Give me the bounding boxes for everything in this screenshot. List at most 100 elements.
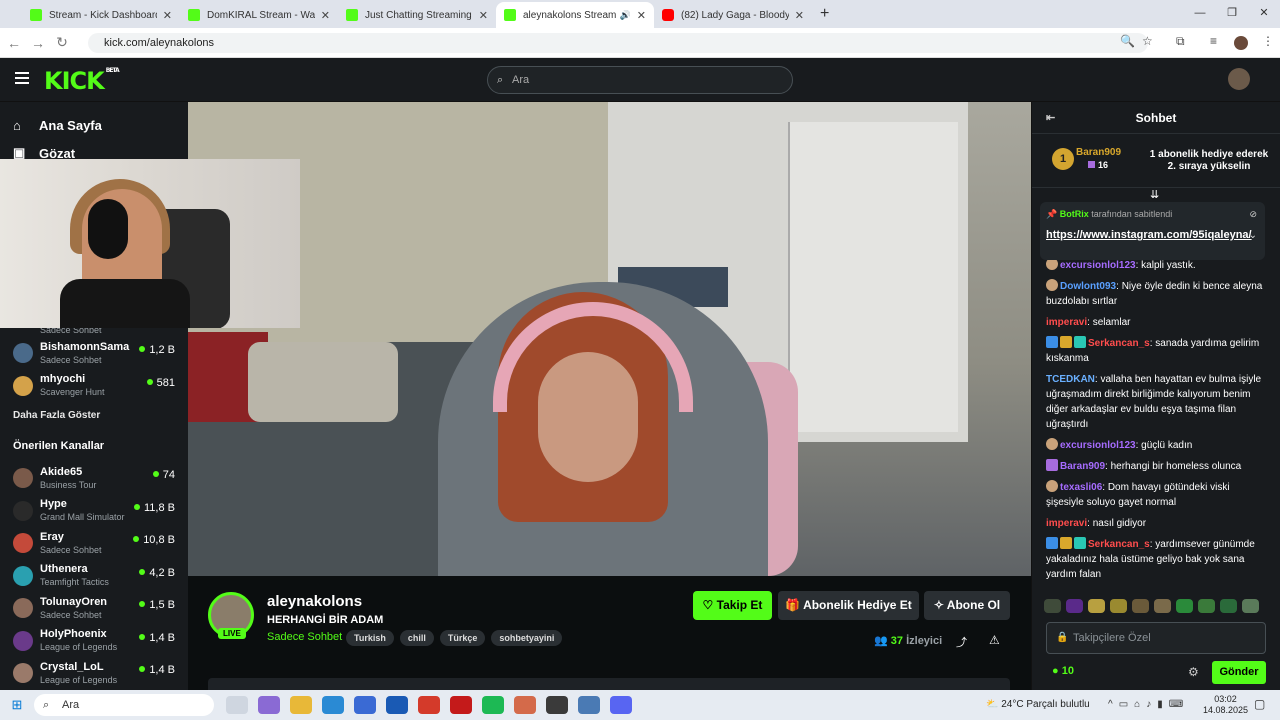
forward-icon[interactable]: → — [26, 35, 50, 51]
share-icon[interactable]: ⤴ — [956, 634, 967, 650]
battery-icon[interactable]: ▮ — [1157, 699, 1169, 710]
follow-button[interactable]: ♡ Takip Et — [693, 591, 772, 620]
chat-username[interactable]: Baran909 — [1060, 461, 1105, 472]
chat-username[interactable]: Dowlont093 — [1060, 281, 1116, 292]
store-icon[interactable] — [354, 696, 376, 714]
speaker-icon[interactable]: 🔊 — [620, 10, 631, 21]
outlook-icon[interactable] — [386, 696, 408, 714]
task-view-icon[interactable] — [226, 696, 248, 714]
gift-subscription-button[interactable]: 🎁 Abonelik Hediye Et — [778, 591, 919, 620]
menu-icon[interactable] — [15, 72, 29, 84]
chat-username[interactable]: excursionlol123 — [1060, 440, 1136, 451]
file-explorer-icon[interactable] — [290, 696, 312, 714]
send-button[interactable]: Gönder — [1212, 661, 1266, 684]
channel-item-crystal-lol[interactable]: Crystal_LoL League of Legends 1,4 B — [0, 657, 188, 690]
profile-icon[interactable] — [1234, 36, 1248, 50]
gear-icon[interactable]: ⚙ — [1188, 665, 1199, 679]
channel-item-hype[interactable]: Hype Grand Mall Simulator 11,8 B — [0, 495, 188, 528]
channel-item-tolunayoren[interactable]: TolunayOren Sadece Sohbet 1,5 B — [0, 592, 188, 625]
notification-icon[interactable]: ▢ — [1254, 697, 1265, 711]
chat-username[interactable]: imperavi — [1046, 518, 1087, 529]
report-icon[interactable]: ⚠ — [989, 633, 1000, 647]
emote-icon[interactable] — [1110, 599, 1127, 613]
browser-menu-icon[interactable]: ⋮ — [1262, 34, 1274, 48]
opera-icon[interactable] — [450, 696, 472, 714]
emote-icon[interactable] — [1088, 599, 1105, 613]
close-tab-icon[interactable]: ✕ — [479, 9, 488, 22]
system-tray[interactable]: ^▭⌂♪▮⌨ — [1108, 690, 1189, 720]
chat-username[interactable]: Serkancan_s — [1088, 539, 1150, 550]
new-tab-icon[interactable]: + — [820, 2, 829, 28]
emote-icon[interactable] — [1176, 599, 1193, 613]
channel-name[interactable]: aleynakolons — [267, 593, 362, 610]
url-field[interactable]: kick.com/aleynakolons — [88, 33, 1148, 53]
gift-leaderboard[interactable]: 1 Baran909 16 1 abonelik hediye ederek 2… — [1032, 134, 1280, 188]
clock[interactable]: 03:02 14.08.2025 — [1203, 694, 1248, 716]
tray-app-icon[interactable]: ▭ — [1119, 699, 1134, 710]
tray-expand-icon[interactable]: ^ — [1108, 699, 1119, 710]
chat-username[interactable]: TCEDKAN — [1046, 374, 1095, 385]
emote-icon[interactable] — [1198, 599, 1215, 613]
channel-item-akide65[interactable]: Akide65 Business Tour 74 — [0, 462, 188, 495]
emote-icon[interactable] — [1044, 599, 1061, 613]
browser-tab[interactable]: DomKIRAL Stream - Watch Live ✕ — [180, 2, 338, 28]
chrome-icon[interactable] — [418, 696, 440, 714]
browser-tab[interactable]: Stream - Kick Dashboard ✕ — [22, 2, 180, 28]
pinned-link[interactable]: https://www.instagram.com/95iqaleyna/ — [1046, 228, 1252, 243]
picture-in-picture-webcam[interactable] — [0, 159, 300, 328]
back-icon[interactable]: ← — [2, 35, 26, 51]
chat-input[interactable]: 🔒 Takipçilere Özel — [1046, 622, 1266, 654]
chevron-down-icon[interactable]: ⌄ — [1249, 230, 1257, 241]
video-player[interactable] — [188, 102, 1031, 576]
app-icon[interactable] — [514, 696, 536, 714]
chat-username[interactable]: texasli06 — [1060, 482, 1102, 493]
tag[interactable]: chill — [399, 630, 434, 646]
pinned-message[interactable]: 📌 BotRix tarafından sabitlendi ⊘ https:/… — [1040, 202, 1265, 260]
restore-icon[interactable]: ❐ — [1216, 0, 1248, 28]
app-icon[interactable] — [578, 696, 600, 714]
reload-icon[interactable]: ↻ — [50, 34, 74, 51]
channel-item-mhyochi[interactable]: mhyochi Scavenger Hunt 581 — [0, 370, 188, 403]
close-tab-icon[interactable]: ✕ — [637, 9, 646, 22]
tag[interactable]: Turkish — [346, 630, 394, 646]
spotify-icon[interactable] — [482, 696, 504, 714]
emote-icon[interactable] — [1242, 599, 1259, 613]
subscribe-button[interactable]: ✧ Abone Ol — [924, 591, 1010, 620]
close-window-icon[interactable]: ✕ — [1248, 0, 1280, 28]
close-tab-icon[interactable]: ✕ — [321, 9, 330, 22]
copilot-icon[interactable] — [258, 696, 280, 714]
hide-pin-icon[interactable]: ⊘ — [1249, 209, 1257, 220]
tag[interactable]: Türkçe — [439, 630, 486, 646]
browser-tab-active[interactable]: aleynakolons Stream - Watch 🔊 ✕ — [496, 2, 654, 28]
minimize-icon[interactable]: — — [1184, 0, 1216, 28]
emote-icon[interactable] — [1220, 599, 1237, 613]
emote-icon[interactable] — [1132, 599, 1149, 613]
collapse-chat-icon[interactable]: ⇤ — [1046, 102, 1055, 134]
weather-widget[interactable]: ⛅ 24°C Parçalı bulutlu — [986, 690, 1090, 720]
browser-tab[interactable]: Just Chatting Streaming - Live ✕ — [338, 2, 496, 28]
extensions-icon[interactable]: ⧉ — [1176, 34, 1185, 49]
channel-item-uthenera[interactable]: Uthenera Teamfight Tactics 4,2 B — [0, 560, 188, 593]
discord-icon[interactable] — [610, 696, 632, 714]
channel-item-holyphoenix[interactable]: HolyPhoenix League of Legends 1,4 B — [0, 625, 188, 658]
network-icon[interactable]: ⌂ — [1134, 699, 1146, 710]
search-input[interactable]: ⌕ Ara — [487, 66, 793, 94]
volume-icon[interactable]: ♪ — [1146, 699, 1157, 710]
emote-icon[interactable] — [1154, 599, 1171, 613]
close-tab-icon[interactable]: ✕ — [795, 9, 804, 22]
kicks-balance[interactable]: ● 10 — [1052, 665, 1074, 677]
emote-icon[interactable] — [1066, 599, 1083, 613]
stream-category-link[interactable]: Sadece Sohbet — [267, 631, 342, 643]
channel-item-eray[interactable]: Eray Sadece Sohbet 10,8 B — [0, 527, 188, 560]
chat-username[interactable]: Serkancan_s — [1088, 338, 1150, 349]
zoom-icon[interactable]: 🔍 — [1120, 34, 1135, 48]
taskbar-search[interactable]: ⌕ Ara — [34, 694, 214, 716]
show-more-link[interactable]: Daha Fazla Göster — [0, 402, 188, 430]
windows-start-icon[interactable]: ⊞ — [0, 697, 34, 713]
language-icon[interactable]: ⌨ — [1169, 699, 1189, 710]
browser-tab[interactable]: (82) Lady Gaga - Bloody Mary ✕ — [654, 2, 812, 28]
edge-icon[interactable] — [322, 696, 344, 714]
chat-username[interactable]: imperavi — [1046, 317, 1087, 328]
chat-username[interactable]: excursionlol123 — [1060, 260, 1136, 271]
bookmark-star-icon[interactable]: ☆ — [1142, 34, 1153, 48]
